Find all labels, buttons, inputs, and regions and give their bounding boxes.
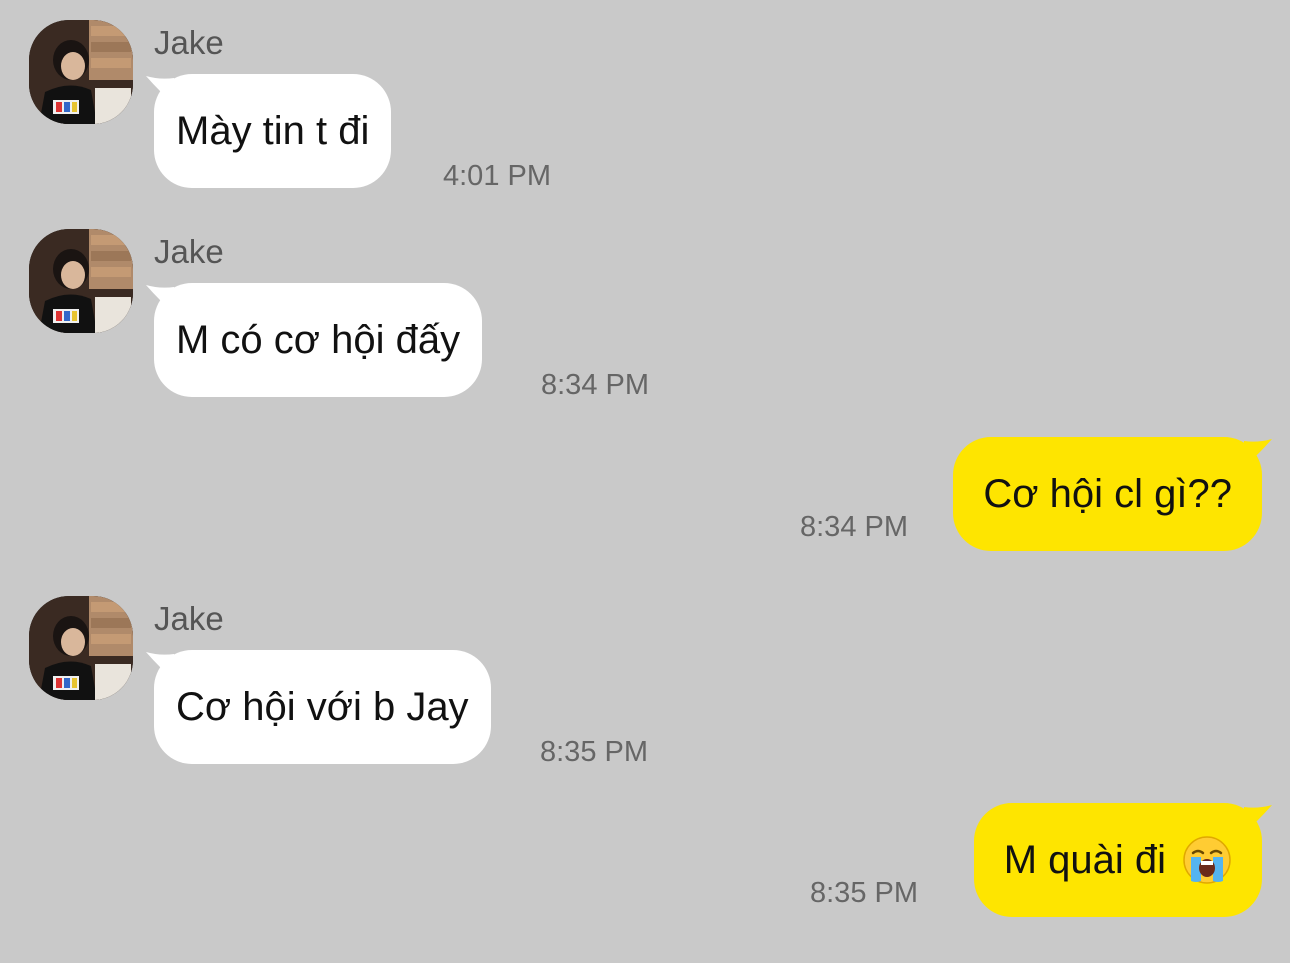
- message-text: M quài đi: [1003, 837, 1166, 882]
- outgoing-message-bubble[interactable]: Cơ hội cl gì??: [953, 437, 1262, 551]
- message-text: Mày tin t đi: [176, 108, 370, 153]
- sender-avatar[interactable]: [29, 229, 133, 333]
- avatar-photo-icon: [29, 20, 133, 124]
- loudly-crying-face-emoji-icon: [1182, 835, 1232, 885]
- message-timestamp: 8:35 PM: [540, 736, 648, 768]
- sender-name: Jake: [154, 233, 224, 270]
- message-timestamp: 4:01 PM: [443, 160, 551, 192]
- message-text: Cơ hội với b Jay: [176, 684, 469, 729]
- sender-avatar[interactable]: [29, 20, 133, 124]
- outgoing-message-bubble[interactable]: M quài đi: [973, 803, 1262, 917]
- incoming-message-bubble[interactable]: Cơ hội với b Jay: [154, 650, 491, 764]
- sender-name: Jake: [154, 600, 224, 637]
- sender-avatar[interactable]: [29, 596, 133, 700]
- chat-message-list[interactable]: Jake Mày tin t đi 4:01 PM Jake M có cơ h…: [0, 0, 1290, 963]
- incoming-message-bubble[interactable]: M có cơ hội đấy: [154, 283, 483, 397]
- avatar-photo-icon: [29, 229, 133, 333]
- message-text: M có cơ hội đấy: [176, 317, 461, 362]
- incoming-message-bubble[interactable]: Mày tin t đi: [154, 74, 392, 188]
- message-timestamp: 8:35 PM: [810, 877, 918, 909]
- message-timestamp: 8:34 PM: [541, 369, 649, 401]
- sender-name: Jake: [154, 24, 224, 61]
- avatar-photo-icon: [29, 596, 133, 700]
- message-text: Cơ hội cl gì??: [983, 471, 1232, 516]
- message-timestamp: 8:34 PM: [800, 511, 908, 543]
